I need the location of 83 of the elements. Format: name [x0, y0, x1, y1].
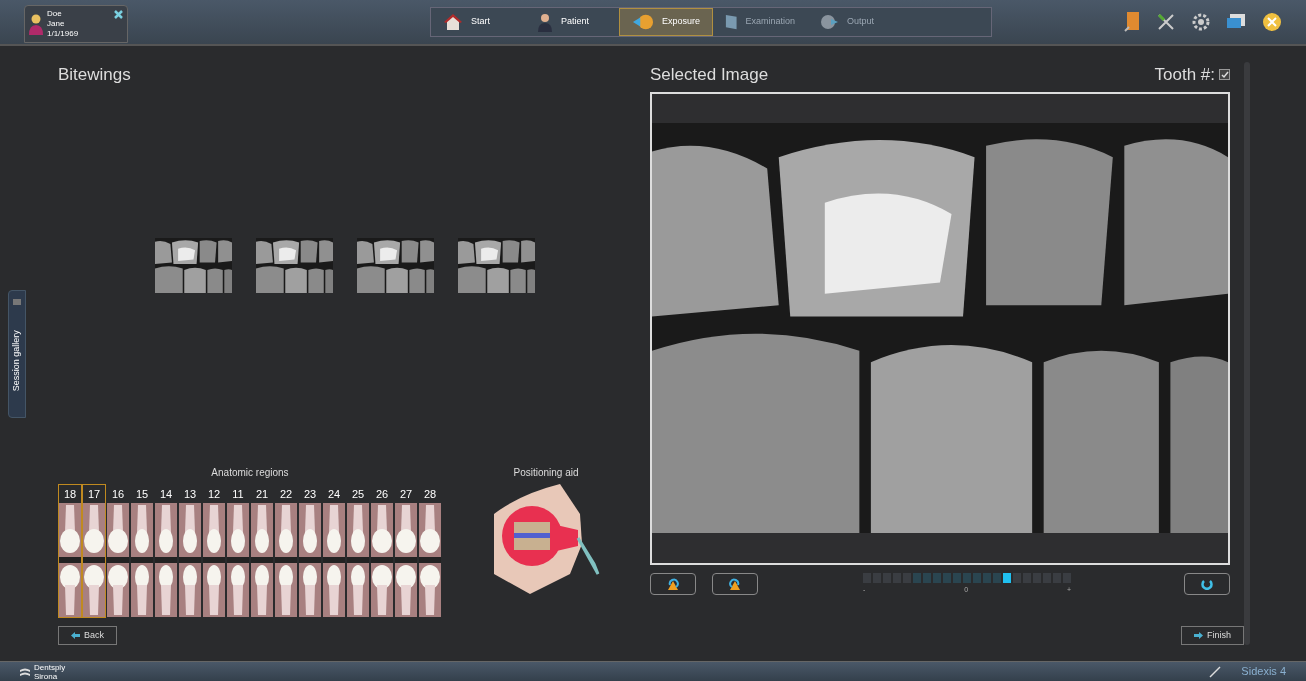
workflow-step[interactable]: Patient [525, 8, 619, 36]
patient-card[interactable]: Doe Jane 1/1/1969 [24, 5, 128, 43]
panel-title: Bitewings [58, 64, 132, 86]
tooth-number: 15 [134, 486, 150, 502]
tooth-number: 12 [206, 486, 222, 502]
tooth-column[interactable]: 18 [58, 483, 82, 618]
patient-last-name: Doe [47, 9, 63, 19]
tooth-icon [83, 562, 105, 617]
close-icon[interactable] [114, 10, 123, 19]
gallery-icon [13, 298, 21, 305]
tooth-number-label: Tooth #: [1154, 64, 1215, 86]
xray-thumbnail[interactable] [256, 237, 333, 293]
panel-title: Selected Image [650, 64, 769, 86]
patient-birth-date: 1/1/1969 [47, 29, 79, 39]
tooth-icon [134, 562, 150, 617]
pen-icon[interactable] [1209, 665, 1222, 678]
reset-icon [1201, 577, 1213, 590]
tooth-icon [371, 562, 393, 617]
tooth-number: 23 [302, 486, 318, 502]
logo-icon [20, 667, 30, 676]
scrollbar[interactable] [1244, 62, 1250, 645]
tooth-number: 28 [422, 486, 438, 502]
tooth-number: 27 [398, 486, 414, 502]
rotate-right-button[interactable] [712, 572, 758, 595]
tooth-icon [206, 562, 222, 617]
xray-thumbnail[interactable] [155, 237, 232, 293]
tooth-icon [419, 562, 441, 617]
tooth-number: 14 [158, 486, 174, 502]
finish-button[interactable]: Finish [1181, 625, 1244, 645]
tooth-icon [230, 562, 246, 617]
brand-label: Dentsply Sirona [34, 662, 67, 681]
tooth-number: 25 [350, 486, 366, 502]
patient-first-name: Jane [47, 19, 66, 29]
avatar-icon [29, 13, 43, 35]
tooth-number: 16 [110, 486, 126, 502]
product-name: Sidexis 4 [1241, 664, 1286, 680]
tooth-icon [350, 562, 366, 617]
book-icon[interactable] [1124, 11, 1140, 33]
house-icon [443, 13, 463, 31]
session-gallery-label: Session gallery [10, 330, 23, 391]
tooth-number: 13 [182, 486, 198, 502]
person-icon [537, 12, 553, 32]
settings-icon[interactable] [1192, 13, 1210, 31]
tooth-icon [59, 562, 81, 617]
tooth-icon [107, 562, 129, 617]
section-title: Positioning aid [513, 465, 579, 480]
monitor-icon[interactable] [1226, 13, 1246, 31]
workflow-step[interactable]: Exposure [619, 8, 713, 36]
tooth-icon [158, 562, 174, 617]
xray-thumbnail[interactable] [357, 237, 434, 293]
tooth-number: 18 [62, 486, 78, 502]
tooth-number: 24 [326, 486, 342, 502]
tooth-number: 22 [278, 486, 294, 502]
tooth-column[interactable]: 17 [82, 483, 106, 618]
reset-button[interactable] [1184, 572, 1230, 595]
tooth-number: 11 [231, 486, 245, 502]
session-gallery-tab[interactable]: Session gallery [8, 289, 26, 418]
tools-icon[interactable] [1156, 12, 1176, 32]
slider-thumb[interactable] [1003, 572, 1011, 583]
tooth-icon [278, 562, 294, 617]
xray-thumbnail[interactable] [458, 237, 535, 293]
rotate-left-button[interactable] [650, 572, 696, 595]
tooth-number: 21 [254, 486, 270, 502]
tooth-icon [254, 562, 270, 617]
tooth-icon [302, 562, 318, 617]
arrow-right-icon [1194, 631, 1203, 639]
workflow-step[interactable]: Start [431, 8, 525, 36]
globe-icon [819, 13, 839, 31]
tooth-icon [395, 562, 417, 617]
contrast-slider[interactable] [863, 572, 1071, 583]
arrow-left-icon [71, 631, 80, 639]
rotate-left-icon [666, 576, 680, 591]
tooth-number: 17 [86, 486, 102, 502]
back-button[interactable]: Back [58, 625, 117, 645]
tooth-number: 26 [374, 486, 390, 502]
exposure-icon [632, 13, 654, 31]
tooth-checkbox[interactable] [1219, 69, 1230, 81]
tooth-icon [182, 562, 198, 617]
document-icon [725, 13, 738, 31]
close-icon[interactable] [1262, 12, 1282, 32]
tooth-icon [326, 562, 342, 617]
section-title: Anatomic regions [211, 465, 289, 480]
rotate-right-icon [728, 576, 742, 591]
